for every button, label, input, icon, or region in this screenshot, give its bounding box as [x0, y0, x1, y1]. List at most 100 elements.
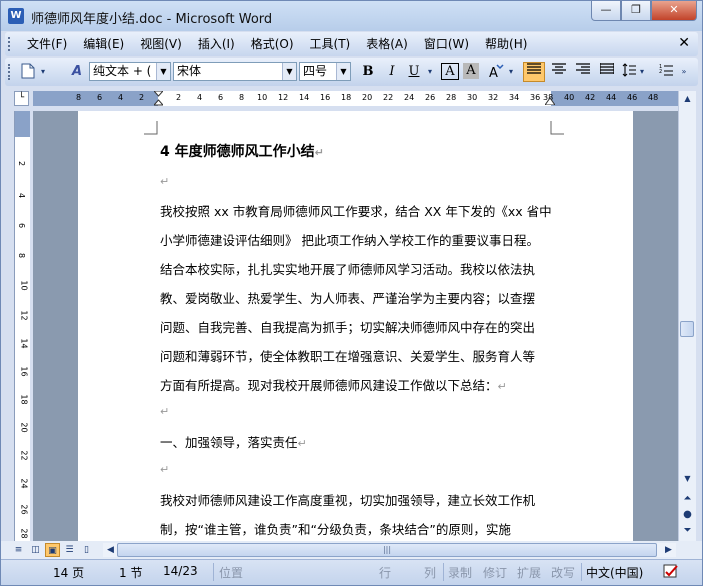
font-value: 宋体	[177, 64, 202, 78]
underline-chevron-icon[interactable]: ▾	[425, 63, 435, 81]
outline-view-icon[interactable]: ☰	[62, 543, 77, 557]
right-indent-marker-icon[interactable]	[545, 95, 555, 105]
new-document-icon[interactable]	[19, 63, 37, 81]
horizontal-scrollbar[interactable]: ◀ ||| ▶	[103, 543, 676, 557]
character-shading-button[interactable]: A	[463, 63, 479, 79]
paragraph-mark-icon: ↵	[314, 146, 324, 159]
reading-layout-icon[interactable]: ▯	[79, 543, 94, 557]
scroll-down-icon[interactable]: ▼	[680, 471, 695, 486]
toolbar-overflow-chevron-icon[interactable]: »	[679, 63, 689, 81]
print-layout-icon[interactable]: ▣	[45, 543, 60, 557]
menu-insert[interactable]: 插入(I)	[192, 32, 241, 56]
line-spacing-icon[interactable]	[621, 63, 637, 81]
minimize-button[interactable]: —	[591, 1, 621, 21]
document-area: 4 年度师德师风工作小结↵ ↵ 我校按照 xx 市教育局师德师风工作要求，结合 …	[33, 111, 678, 541]
document-page[interactable]: 4 年度师德师风工作小结↵ ↵ 我校按照 xx 市教育局师德师风工作要求，结合 …	[78, 111, 633, 541]
menu-table[interactable]: 表格(A)	[360, 32, 414, 56]
status-overtype[interactable]: 改写	[551, 564, 575, 581]
ruler-number: 24	[404, 93, 415, 102]
menu-window[interactable]: 窗口(W)	[418, 32, 475, 56]
menu-view[interactable]: 视图(V)	[134, 32, 188, 56]
ruler-number: 6	[17, 222, 27, 229]
status-language[interactable]: 中文(中国)	[586, 564, 643, 581]
normal-view-icon[interactable]: ≡	[11, 543, 26, 557]
ruler-number: 4	[197, 93, 203, 102]
chevron-down-icon[interactable]: ▼	[156, 63, 170, 80]
font-size-combo[interactable]: 四号 ▼	[299, 62, 351, 81]
tab-selector[interactable]: └	[14, 91, 29, 106]
ruler-number: 8	[76, 93, 82, 102]
status-line: 行	[379, 566, 392, 580]
style-combo[interactable]: 纯文本 + ( ▼	[89, 62, 171, 81]
select-browse-object-icon[interactable]: ●	[680, 507, 695, 522]
scroll-up-icon[interactable]: ▲	[680, 91, 695, 106]
phonetic-chevron-icon[interactable]: ▾	[507, 63, 515, 81]
menu-help[interactable]: 帮助(H)	[479, 32, 533, 56]
ruler-number: 44	[606, 93, 617, 102]
line-text: 教、爱岗敬业、热爱学生、为人师表、严谨治学为主要内容；以查摆	[160, 291, 536, 306]
align-justify-icon[interactable]	[523, 62, 545, 82]
text-line: 我校按照 xx 市教育局师德师风工作要求，结合 XX 年下发的《xx 省中	[160, 201, 552, 220]
numbering-icon[interactable]: 12	[657, 63, 675, 81]
ruler-number: 20	[362, 93, 373, 102]
horizontal-ruler[interactable]: 8 6 4 2 2 4 6 8 10 12 14 16 18 20 22 24 …	[33, 91, 678, 106]
font-combo[interactable]: 宋体 ▼	[173, 62, 297, 81]
menu-grip[interactable]	[8, 37, 13, 51]
chevron-down-icon[interactable]: ▼	[336, 63, 350, 80]
title-bar: W 师德师风年度小结.doc - Microsoft Word — ❐ ✕	[1, 1, 702, 31]
spelling-check-icon[interactable]	[663, 563, 681, 582]
vertical-scroll-thumb[interactable]	[680, 321, 694, 337]
previous-page-icon[interactable]: ⏶	[680, 491, 695, 506]
window-controls: — ❐ ✕	[591, 1, 697, 21]
toolbar-options-chevron-icon[interactable]: ▾	[39, 63, 47, 81]
vertical-scrollbar[interactable]: ▲ ▼ ⏶ ● ⏷	[678, 91, 696, 541]
line-spacing-chevron-icon[interactable]: ▾	[638, 63, 646, 81]
text-line: 结合本校实际，扎扎实实地开展了师德师风学习活动。我校以依法执	[160, 259, 535, 278]
status-extend[interactable]: 扩展	[517, 564, 541, 581]
vertical-ruler[interactable]: 2 4 6 8 10 12 14 16 18 20 22 24 26 28	[14, 111, 30, 541]
style-value: 纯文本 + (	[93, 64, 152, 78]
web-layout-icon[interactable]: ◫	[28, 543, 43, 557]
align-center-icon[interactable]	[549, 63, 569, 81]
ruler-number: 6	[218, 93, 224, 102]
menu-file[interactable]: 文件(F)	[21, 32, 73, 56]
distributed-align-icon[interactable]	[597, 63, 617, 81]
character-border-button[interactable]: A	[441, 63, 459, 80]
document-title-text: 4 年度师德师风工作小结	[160, 144, 315, 160]
crop-mark-icon	[144, 121, 158, 135]
align-right-icon[interactable]	[573, 63, 593, 81]
underline-button[interactable]: U	[405, 63, 423, 81]
svg-text:A: A	[489, 66, 498, 79]
toolbar-grip[interactable]	[8, 64, 13, 80]
word-app-icon[interactable]: W	[8, 8, 24, 24]
italic-button[interactable]: I	[383, 63, 401, 81]
status-record[interactable]: 录制	[448, 564, 472, 581]
line-text: 一、加强领导，落实责任	[160, 435, 298, 450]
styles-formatting-icon[interactable]: A	[67, 63, 87, 81]
line-text: 我校对师德师风建设工作高度重视，切实加强领导，建立长效工作机	[160, 493, 536, 508]
scroll-right-icon[interactable]: ▶	[661, 543, 676, 557]
text-line: 教、爱岗敬业、热爱学生、为人师表、严谨治学为主要内容；以查摆	[160, 288, 535, 307]
phonetic-guide-icon[interactable]: A	[485, 63, 507, 81]
ruler-number: 2	[139, 93, 145, 102]
ruler-number: 10	[19, 280, 29, 291]
ruler-number: 26	[19, 504, 29, 515]
restore-button[interactable]: ❐	[621, 1, 651, 21]
ruler-number: 6	[97, 93, 103, 102]
next-page-icon[interactable]: ⏷	[680, 523, 695, 538]
close-button[interactable]: ✕	[651, 1, 697, 21]
document-close-icon[interactable]: ✕	[678, 35, 690, 51]
text-line: ↵	[160, 173, 169, 188]
chevron-down-icon[interactable]: ▼	[282, 63, 296, 80]
menu-tools[interactable]: 工具(T)	[304, 32, 357, 56]
menu-format[interactable]: 格式(O)	[245, 32, 300, 56]
indent-marker-icon[interactable]	[154, 91, 163, 106]
status-page-of: 14/23	[163, 564, 198, 578]
bold-button[interactable]: B	[359, 63, 377, 81]
ruler-number: 16	[320, 93, 331, 102]
status-track-changes[interactable]: 修订	[483, 564, 507, 581]
horizontal-scroll-thumb[interactable]: |||	[117, 543, 657, 557]
menu-edit[interactable]: 编辑(E)	[77, 32, 130, 56]
ruler-number: 22	[383, 93, 394, 102]
scroll-left-icon[interactable]: ◀	[103, 543, 118, 557]
